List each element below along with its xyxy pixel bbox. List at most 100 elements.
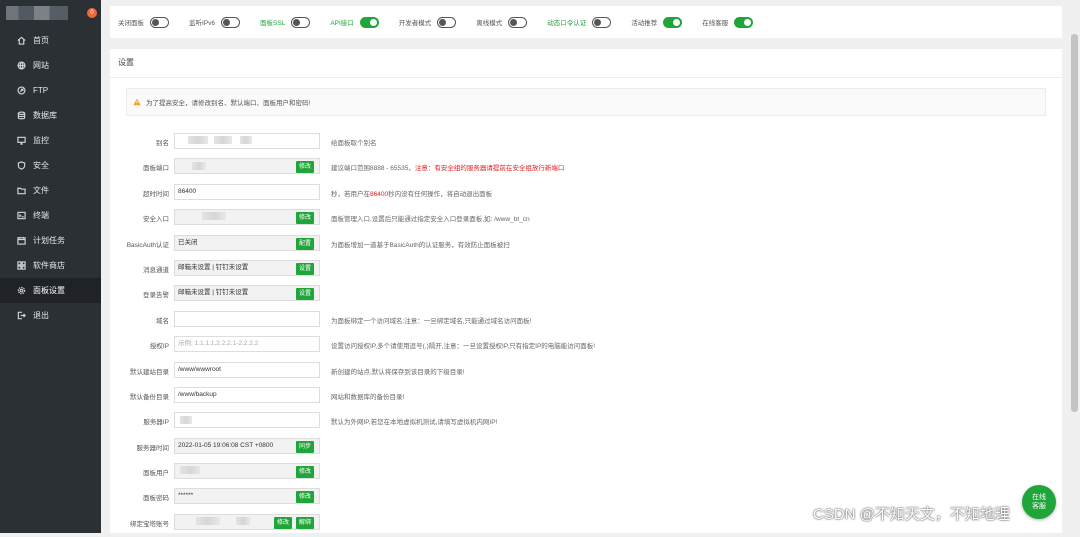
ssl-toggle[interactable]: [291, 16, 311, 28]
logo: [6, 6, 68, 20]
server-ip-input[interactable]: [174, 412, 320, 429]
sidebar: 0 首页 网站 FTP 数据库 监控 安全 文件 终端 计划任务 软件商店 面板…: [0, 0, 101, 533]
ftp-icon: [16, 86, 26, 96]
site-dir-input[interactable]: /www/wwwroot: [174, 361, 320, 378]
field-desc: 网站和数据库的备份目录!: [331, 393, 405, 401]
sidebar-nav: 首页 网站 FTP 数据库 监控 安全 文件 终端 计划任务 软件商店 面板设置…: [0, 28, 101, 328]
row-domain: 域名 为面板绑定一个访问域名;注意：一旦绑定域名,只能通过域名访问面板!: [110, 309, 1062, 334]
row-site-dir: 默认建站目录 /www/wwwroot 新创建的站点,默认将保存到该目录的下级目…: [110, 360, 1062, 385]
developer-mode-toggle[interactable]: [437, 16, 457, 28]
field-label: 登录告警: [143, 292, 169, 300]
sidebar-item-security[interactable]: 安全: [0, 153, 101, 178]
edit-account-button[interactable]: 修改: [274, 516, 293, 529]
sidebar-item-label: 安全: [33, 161, 49, 170]
sidebar-item-home[interactable]: 首页: [0, 28, 101, 53]
domain-input[interactable]: [174, 310, 320, 327]
switch-recommend: 活动推荐: [631, 16, 683, 28]
alias-input[interactable]: [174, 133, 320, 149]
notification-badge[interactable]: 0: [87, 8, 97, 18]
sync-time-button[interactable]: 同步: [296, 440, 315, 453]
online-service-toggle[interactable]: [734, 16, 754, 28]
edit-user-button[interactable]: 修改: [296, 466, 315, 479]
offline-mode-toggle[interactable]: [508, 16, 528, 28]
brand: 0: [0, 0, 101, 28]
totp-toggle[interactable]: [592, 16, 612, 28]
edit-entry-button[interactable]: 修改: [296, 212, 315, 225]
redacted-value: [188, 136, 208, 145]
field-desc: 给面板取个别名: [331, 140, 377, 147]
set-notify-button[interactable]: 设置: [296, 262, 315, 275]
field-desc: 为面板增加一道基于BasicAuth的认证服务，有效防止面板被扫: [331, 241, 510, 249]
close-panel-toggle[interactable]: [150, 16, 169, 28]
field-desc: 新创建的站点,默认将保存到该目录的下级目录!: [331, 368, 465, 376]
redacted-value: [202, 212, 226, 221]
backup-dir-input[interactable]: /www/backup: [174, 386, 320, 403]
desc-text: 秒，若用户在: [331, 190, 370, 198]
config-basicauth-button[interactable]: 配置: [296, 237, 315, 250]
redacted-value: [180, 466, 200, 475]
online-service-button[interactable]: 在线 客服: [1022, 485, 1056, 519]
field-label: 别名: [156, 140, 169, 147]
sidebar-item-website[interactable]: 网站: [0, 53, 101, 78]
sidebar-item-cron[interactable]: 计划任务: [0, 228, 101, 253]
field-label: 域名: [156, 317, 169, 325]
folder-icon: [16, 186, 26, 196]
redacted-value: [236, 517, 250, 526]
switch-label: 关闭面板: [118, 20, 144, 27]
switch-close-panel: 关闭面板: [118, 16, 169, 28]
settings-form: 别名 给面板取个别名 面板端口 修改 建议端口范围8888 - 65535，注意…: [110, 131, 1062, 537]
timeout-input[interactable]: 86400: [174, 183, 320, 200]
edit-port-button[interactable]: 修改: [296, 161, 315, 174]
sidebar-item-label: 计划任务: [33, 236, 65, 245]
switch-label: API接口: [330, 20, 354, 27]
sidebar-item-label: 首页: [33, 36, 49, 45]
input-placeholder: 示例: 1.1.1.1,2.2.2.1-2.2.2.2: [178, 340, 259, 348]
sidebar-item-label: 终端: [33, 211, 49, 220]
field-label: 面板端口: [143, 165, 169, 173]
field-label: 面板用户: [143, 470, 169, 478]
ipv6-toggle[interactable]: [221, 16, 241, 28]
switch-totp: 动态口令认证: [547, 16, 612, 28]
sidebar-item-database[interactable]: 数据库: [0, 103, 101, 128]
row-timeout: 超时时间 86400 秒，若用户在86400秒内没有任何操作，将自动退出面板: [110, 182, 1062, 207]
sidebar-item-label: 监控: [33, 136, 49, 145]
sidebar-item-label: 退出: [33, 311, 49, 320]
field-desc: 设置访问授权IP,多个请使用逗号(,)隔开,注意：一旦设置授权IP,只有指定IP…: [331, 343, 596, 351]
warning-icon: [133, 98, 141, 106]
row-backup-dir: 默认备份目录 /www/backup 网站和数据库的备份目录!: [110, 385, 1062, 410]
row-notify-channel: 消息通道 邮箱未设置 | 钉钉未设置 设置: [110, 258, 1062, 283]
sidebar-item-monitor[interactable]: 监控: [0, 128, 101, 153]
row-security-entry: 安全入口 修改 面板管理入口,设置后只能通过指定安全入口登录面板,如: /www…: [110, 207, 1062, 232]
switch-developer: 开发者模式: [399, 16, 457, 28]
sidebar-item-panel-settings[interactable]: 面板设置: [0, 278, 101, 303]
sidebar-item-logout[interactable]: 退出: [0, 303, 101, 328]
terminal-icon: [16, 211, 26, 221]
auth-ip-input[interactable]: 示例: 1.1.1.1,2.2.2.1-2.2.2.2: [174, 336, 320, 353]
shield-icon: [16, 161, 26, 171]
sidebar-item-ftp[interactable]: FTP: [0, 78, 101, 103]
sidebar-item-label: 文件: [33, 186, 49, 195]
sidebar-item-files[interactable]: 文件: [0, 178, 101, 203]
row-server-ip: 服务器IP 默认为外网IP,若您在本地虚拟机测试,请填写虚拟机内网IP!: [110, 410, 1062, 435]
recommend-toggle[interactable]: [663, 16, 683, 28]
row-panel-user: 面板用户 修改: [110, 461, 1062, 486]
api-toggle[interactable]: [359, 16, 379, 28]
csdn-watermark: CSDN @不知天文，不知地理: [813, 506, 1010, 523]
field-desc: 面板管理入口,设置后只能通过指定安全入口登录面板,如: /www_bt_cn: [331, 216, 530, 224]
row-login-alert: 登录告警 邮箱未设置 | 钉钉未设置 设置: [110, 283, 1062, 308]
redacted-value: [214, 136, 232, 145]
home-icon: [16, 36, 26, 46]
switch-online-service: 在线客服: [702, 16, 754, 28]
monitor-icon: [16, 136, 26, 146]
field-label: 面板密码: [143, 495, 169, 503]
field-label: 服务器时间: [136, 444, 170, 452]
online-label: 在线: [1032, 494, 1046, 501]
set-login-alert-button[interactable]: 设置: [296, 288, 315, 301]
sidebar-item-store[interactable]: 软件商店: [0, 253, 101, 278]
unbind-account-button[interactable]: 解绑: [296, 516, 315, 529]
sidebar-item-label: FTP: [33, 86, 49, 95]
sidebar-item-terminal[interactable]: 终端: [0, 203, 101, 228]
edit-password-button[interactable]: 修改: [296, 491, 315, 504]
field-label: 消息通道: [143, 266, 169, 274]
page-scrollbar[interactable]: [1071, 34, 1078, 412]
